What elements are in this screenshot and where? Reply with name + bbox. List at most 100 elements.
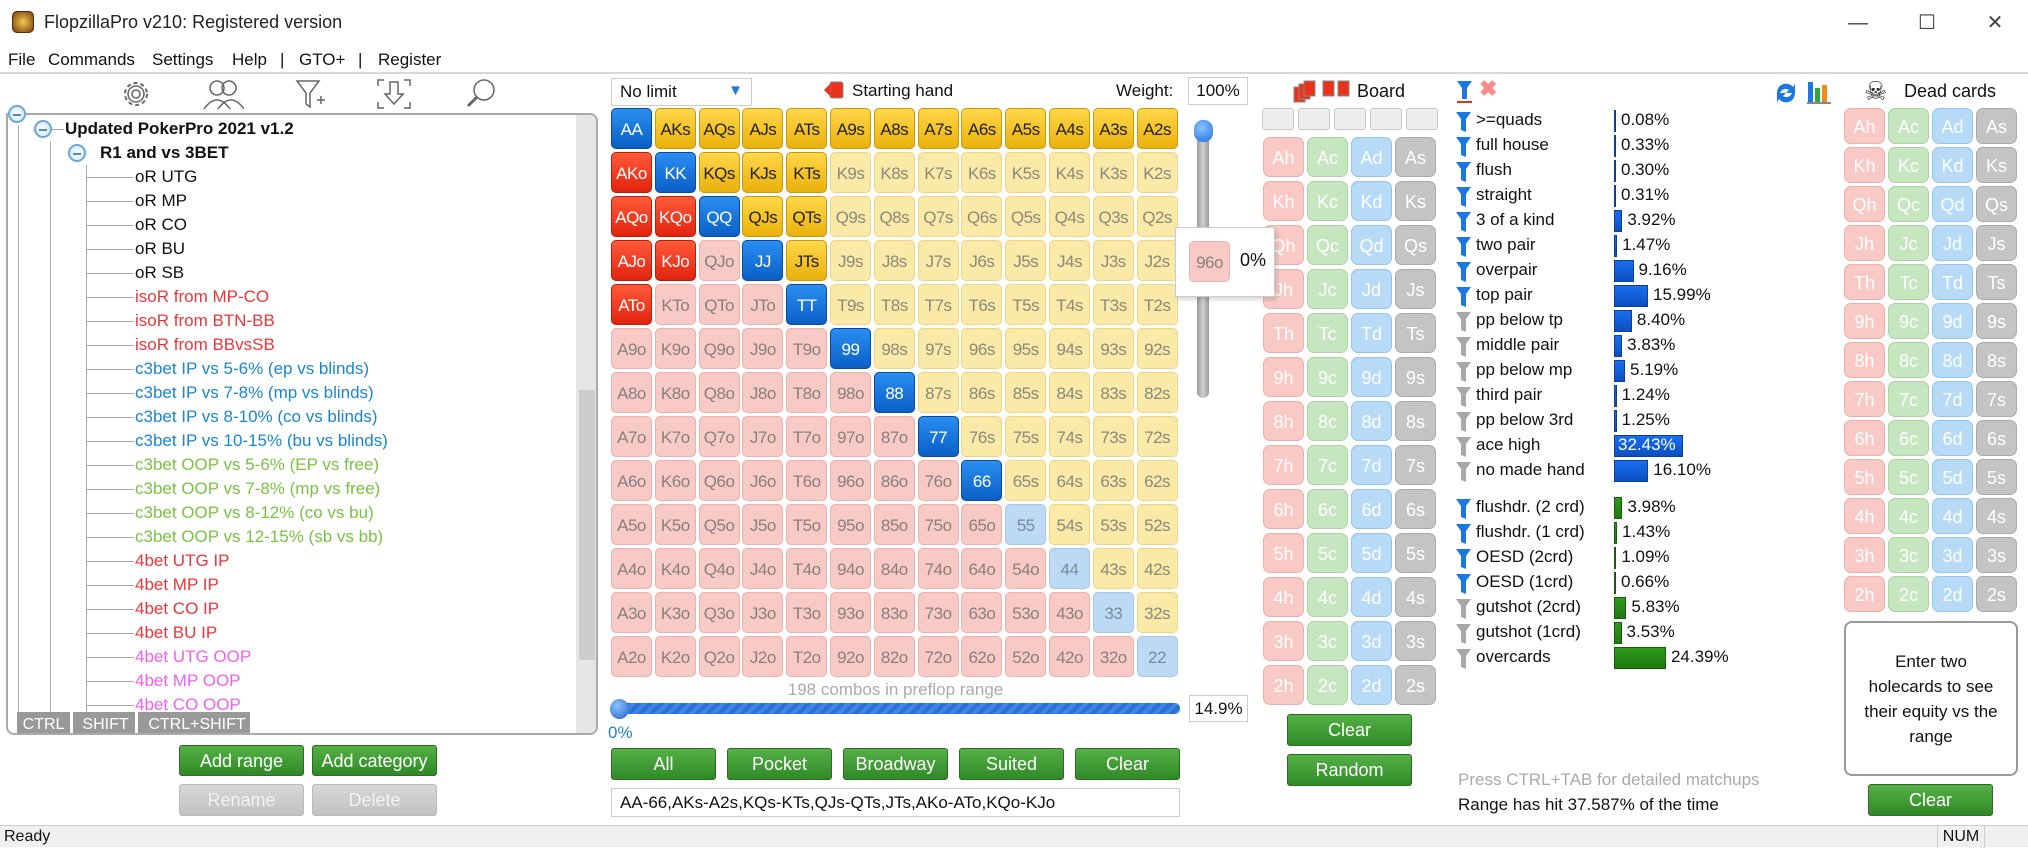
hand-cell[interactable]: A5s [1005, 108, 1047, 149]
hand-cell[interactable]: KTo [654, 284, 696, 325]
hand-cell[interactable]: AA [611, 108, 652, 149]
hand-cell[interactable]: 88 [873, 372, 915, 413]
close-button[interactable]: ✕ [1975, 8, 2015, 38]
board-card[interactable]: 9h [1263, 357, 1304, 397]
stat-row[interactable]: OESD (1crd) 0.66% [1456, 572, 1856, 594]
dead-card[interactable]: Jd [1932, 225, 1973, 261]
dead-card[interactable]: Qc [1888, 186, 1929, 222]
hand-cell[interactable]: 83s [1092, 372, 1134, 413]
stat-row[interactable]: 3 of a kind 3.92% [1456, 210, 1856, 232]
board-card[interactable]: Th [1263, 313, 1304, 353]
hand-cell[interactable]: 54s [1049, 504, 1090, 545]
hand-cell[interactable]: 62s [1136, 460, 1178, 501]
tree-item[interactable]: oR MP [135, 190, 187, 212]
board-card[interactable]: 4d [1351, 577, 1392, 617]
board-card[interactable]: Ah [1263, 137, 1304, 177]
board-card[interactable]: Qc [1307, 225, 1348, 265]
board-card[interactable]: 6d [1351, 489, 1392, 529]
hand-cell[interactable]: K7o [654, 416, 696, 457]
dead-card[interactable]: 5h [1844, 459, 1885, 495]
hand-cell[interactable]: 96s [961, 328, 1003, 369]
hand-cell[interactable]: K8s [873, 152, 915, 193]
dead-card[interactable]: Kd [1932, 147, 1973, 183]
hand-cell[interactable]: 63s [1092, 460, 1134, 501]
hand-cell[interactable]: AQo [611, 196, 652, 237]
stat-row[interactable]: gutshot (2crd) 5.83% [1456, 597, 1856, 619]
tree-item[interactable]: 4bet MP OOP [135, 670, 241, 692]
hand-cell[interactable]: J8o [742, 372, 784, 413]
dead-card[interactable]: Js [1976, 225, 2017, 261]
board-card[interactable]: Ks [1395, 181, 1436, 221]
board-slot[interactable] [1262, 108, 1294, 130]
hand-cell[interactable]: AQs [698, 108, 740, 149]
hand-cell[interactable]: J3s [1092, 240, 1134, 281]
hand-cell[interactable]: K6o [654, 460, 696, 501]
dead-card[interactable]: 2d [1932, 576, 1973, 612]
hand-cell[interactable]: AKo [611, 152, 652, 193]
board-card[interactable]: 4s [1395, 577, 1436, 617]
tree-item[interactable]: c3bet OOP vs 8-12% (co vs bu) [135, 502, 374, 524]
board-card[interactable]: 3s [1395, 621, 1436, 661]
hand-cell[interactable]: JTs [786, 240, 828, 281]
board-card[interactable]: 3d [1351, 621, 1392, 661]
hand-cell[interactable]: A2s [1136, 108, 1178, 149]
hand-cell[interactable]: 64s [1049, 460, 1090, 501]
dead-clear-button[interactable]: Clear [1868, 784, 1993, 816]
search-icon[interactable] [465, 78, 497, 110]
hand-cell[interactable]: 72o [917, 636, 959, 677]
hand-cell[interactable]: T5o [786, 504, 828, 545]
hand-cell[interactable]: Q5o [698, 504, 740, 545]
dead-card[interactable]: 8h [1844, 342, 1885, 378]
dead-card[interactable]: 3s [1976, 537, 2017, 573]
board-card[interactable]: Kd [1351, 181, 1392, 221]
range-all-button[interactable]: All [611, 748, 716, 780]
hand-cell[interactable]: 54o [1005, 548, 1047, 589]
board-card[interactable]: 8h [1263, 401, 1304, 441]
tree-item[interactable]: oR UTG [135, 166, 197, 188]
hand-cell[interactable]: KJs [742, 152, 784, 193]
hand-cell[interactable]: ATo [611, 284, 652, 325]
hand-cell[interactable]: 42s [1136, 548, 1178, 589]
hand-cell[interactable]: A7s [917, 108, 959, 149]
hand-cell[interactable]: Q8o [698, 372, 740, 413]
hand-cell[interactable]: Q8s [873, 196, 915, 237]
hand-cell[interactable]: T9s [830, 284, 871, 325]
hand-cell[interactable]: J6o [742, 460, 784, 501]
hand-cell[interactable]: 85s [1005, 372, 1047, 413]
hand-cell[interactable]: T6s [961, 284, 1003, 325]
board-card[interactable]: Kc [1307, 181, 1348, 221]
dead-card[interactable]: Td [1932, 264, 1973, 300]
game-type-dropdown[interactable]: No limit ▼ [611, 78, 752, 106]
hand-cell[interactable]: KQs [698, 152, 740, 193]
stat-row[interactable]: pp below 3rd 1.25% [1456, 410, 1856, 432]
dead-card[interactable]: 4h [1844, 498, 1885, 534]
hand-cell[interactable]: A4o [611, 548, 652, 589]
dead-card[interactable]: 6h [1844, 420, 1885, 456]
board-card[interactable]: 6h [1263, 489, 1304, 529]
dead-card[interactable]: 9c [1888, 303, 1929, 339]
hand-cell[interactable]: Q4s [1049, 196, 1090, 237]
hand-cell[interactable]: J6s [961, 240, 1003, 281]
hand-cell[interactable]: K2o [654, 636, 696, 677]
weight-slider-handle[interactable] [1194, 120, 1213, 142]
dead-card[interactable]: Th [1844, 264, 1885, 300]
hand-cell[interactable]: J9o [742, 328, 784, 369]
hand-cell[interactable]: J4o [742, 548, 784, 589]
board-card[interactable]: Tc [1307, 313, 1348, 353]
board-card[interactable]: As [1395, 137, 1436, 177]
hand-cell[interactable]: QJs [742, 196, 784, 237]
board-slot[interactable] [1406, 108, 1438, 130]
hand-cell[interactable]: T4s [1049, 284, 1090, 325]
board-card[interactable]: 2s [1395, 665, 1436, 705]
hand-cell[interactable]: 74o [917, 548, 959, 589]
hand-cell[interactable]: T6o [786, 460, 828, 501]
hand-cell[interactable]: 44 [1049, 548, 1090, 589]
hand-cell[interactable]: A9s [830, 108, 871, 149]
hand-cell[interactable]: AJo [611, 240, 652, 281]
range-percent-input[interactable]: 14.9% [1189, 695, 1248, 722]
board-card[interactable]: 7c [1307, 445, 1348, 485]
collapse-group-icon[interactable] [68, 144, 86, 162]
dead-card[interactable]: 8c [1888, 342, 1929, 378]
hand-cell[interactable]: A2o [611, 636, 652, 677]
hand-cell[interactable]: J7s [917, 240, 959, 281]
